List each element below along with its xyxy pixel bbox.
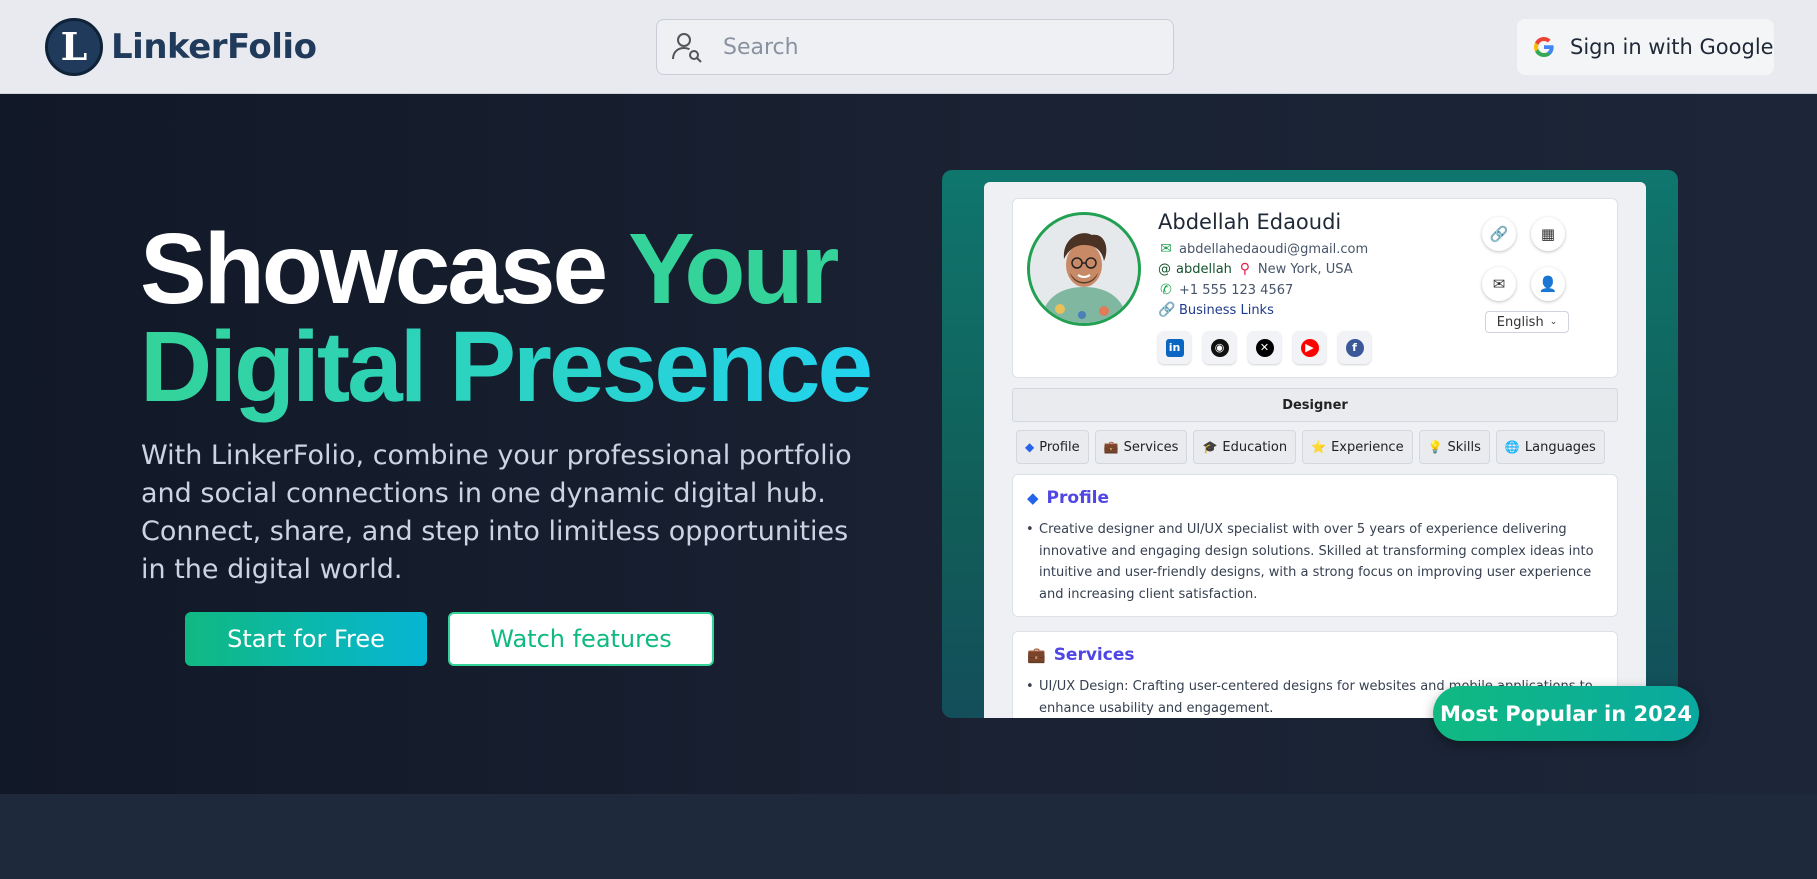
linkedin-icon: in — [1165, 338, 1184, 357]
profile-email: abdellahedaoudi@gmail.com — [1179, 241, 1369, 257]
profile-section: ◆ Profile Creative designer and UI/UX sp… — [1012, 474, 1618, 617]
github-icon: ◉ — [1210, 338, 1229, 357]
profile-card: Abdellah Edaoudi ✉ abdellahedaoudi@gmail… — [1012, 198, 1618, 378]
tab-languages[interactable]: 🌐 Languages — [1495, 430, 1605, 464]
avatar-image — [1030, 215, 1138, 323]
social-links: in ◉ ✕ ▶ f — [1158, 331, 1371, 364]
user-search-icon — [672, 33, 702, 63]
most-popular-badge: Most Popular in 2024 — [1433, 686, 1699, 741]
hero-title-line2: Digital Presence — [140, 311, 873, 423]
language-select[interactable]: English ⌄ — [1485, 311, 1569, 333]
globe-icon: 🌐 — [1504, 440, 1520, 454]
add-contact-button[interactable]: 👤 — [1531, 267, 1565, 301]
briefcase-icon: 💼 — [1103, 440, 1119, 454]
email-row[interactable]: ✉ abdellahedaoudi@gmail.com — [1158, 241, 1368, 257]
email-button[interactable]: ✉ — [1482, 267, 1516, 301]
graduation-cap-icon: 🎓 — [1202, 440, 1218, 454]
diamond-icon: ◆ — [1025, 440, 1035, 454]
youtube-button[interactable]: ▶ — [1293, 331, 1326, 364]
business-links-link[interactable]: Business Links — [1179, 303, 1274, 318]
copy-link-button[interactable]: 🔗 — [1482, 217, 1516, 251]
avatar — [1027, 212, 1141, 326]
handle-location-row: @ abdellah ⚲ New York, USA — [1158, 261, 1353, 277]
diamond-icon: ◆ — [1027, 489, 1039, 507]
phone-icon: ✆ — [1160, 282, 1172, 298]
start-for-free-button[interactable]: Start for Free — [185, 612, 427, 666]
mail-icon: ✉ — [1160, 241, 1172, 257]
hero-title: Showcase Your Digital Presence — [140, 219, 873, 417]
top-navbar: L LinkerFolio Search Sign in with Google — [0, 0, 1817, 94]
tab-services[interactable]: 💼 Services — [1094, 430, 1188, 464]
link-icon: 🔗 — [1489, 225, 1509, 243]
section-tabs: ◆ Profile 💼 Services 🎓 Education ⭐ Experienc… — [1016, 430, 1605, 464]
star-icon: ⭐ — [1311, 440, 1327, 454]
tab-skills[interactable]: 💡 Skills — [1418, 430, 1490, 464]
hero-title-part1: Showcase — [140, 213, 629, 325]
location-pin-icon: ⚲ — [1239, 261, 1251, 277]
x-icon: ✕ — [1255, 338, 1274, 357]
chevron-down-icon: ⌄ — [1549, 317, 1558, 327]
profile-preview: Abdellah Edaoudi ✉ abdellahedaoudi@gmail… — [984, 182, 1646, 718]
logo[interactable]: L LinkerFolio — [45, 18, 317, 76]
briefcase-icon: 💼 — [1027, 646, 1046, 664]
youtube-icon: ▶ — [1300, 338, 1319, 357]
language-value: English — [1496, 314, 1544, 330]
role-bar: Designer — [1012, 388, 1618, 422]
next-section — [0, 794, 1817, 879]
linkedin-button[interactable]: in — [1158, 331, 1191, 364]
lightbulb-icon: 💡 — [1427, 440, 1443, 454]
watch-features-button[interactable]: Watch features — [448, 612, 714, 666]
mail-icon: ✉ — [1492, 275, 1506, 293]
list-item: Creative designer and UI/UX specialist w… — [1026, 519, 1605, 605]
logo-text: LinkerFolio — [111, 27, 317, 67]
tab-profile[interactable]: ◆ Profile — [1016, 430, 1089, 464]
business-links-row[interactable]: 🔗 Business Links — [1158, 302, 1274, 318]
profile-section-title: ◆ Profile — [1027, 488, 1110, 508]
google-signin-button[interactable]: Sign in with Google — [1517, 19, 1774, 75]
tab-experience[interactable]: ⭐ Experience — [1302, 430, 1413, 464]
at-icon: @ — [1158, 261, 1171, 277]
signin-label: Sign in with Google — [1570, 35, 1774, 59]
phone-row[interactable]: ✆ +1 555 123 4567 — [1158, 282, 1293, 298]
hero-subtitle: With LinkerFolio, combine your professio… — [141, 440, 852, 585]
user-plus-icon: 👤 — [1538, 275, 1558, 293]
profile-section-body: Creative designer and UI/UX specialist w… — [1026, 519, 1605, 605]
facebook-icon: f — [1345, 338, 1364, 357]
profile-location: New York, USA — [1257, 261, 1353, 277]
search-placeholder: Search — [723, 34, 799, 60]
profile-phone: +1 555 123 4567 — [1179, 282, 1294, 298]
services-section-title: 💼 Services — [1027, 645, 1135, 665]
profile-handle: abdellah — [1176, 261, 1232, 277]
hero-title-part2: Your — [628, 213, 839, 325]
link-icon: 🔗 — [1158, 302, 1176, 318]
qr-code-icon: ▦ — [1540, 225, 1556, 243]
tab-education[interactable]: 🎓 Education — [1193, 430, 1297, 464]
profile-name: Abdellah Edaoudi — [1158, 210, 1342, 234]
x-button[interactable]: ✕ — [1248, 331, 1281, 364]
qr-code-button[interactable]: ▦ — [1531, 217, 1565, 251]
facebook-button[interactable]: f — [1338, 331, 1371, 364]
search-input[interactable]: Search — [656, 19, 1174, 75]
github-button[interactable]: ◉ — [1203, 331, 1236, 364]
google-icon — [1534, 37, 1554, 57]
logo-icon: L — [45, 18, 103, 76]
